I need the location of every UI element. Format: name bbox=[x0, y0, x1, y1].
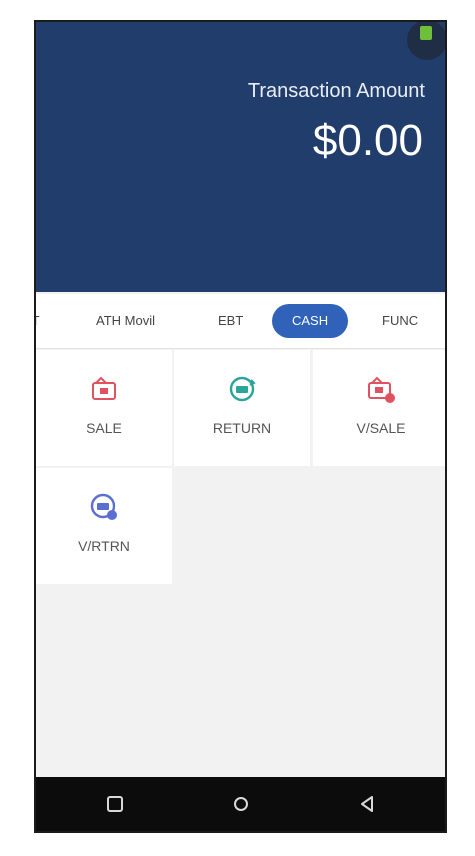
return-label: RETURN bbox=[212, 420, 272, 436]
tab-credit[interactable]: IT bbox=[36, 294, 40, 348]
transaction-amount-value: $0.00 bbox=[312, 116, 423, 165]
android-navbar bbox=[36, 777, 445, 831]
battery-status-icon bbox=[407, 22, 445, 60]
refresh-money-icon bbox=[229, 376, 256, 402]
void-return-label: V/RTRN bbox=[78, 538, 130, 554]
sale-label: SALE bbox=[86, 420, 122, 436]
void-sale-button[interactable]: V/SALE bbox=[313, 350, 445, 466]
home-icon[interactable] bbox=[228, 791, 254, 817]
tab-ath-movil[interactable]: ATH Movil bbox=[96, 294, 155, 348]
tab-ebt[interactable]: EBT bbox=[218, 294, 243, 348]
transaction-amount-label: Transaction Amount bbox=[247, 80, 425, 102]
recent-apps-icon[interactable] bbox=[102, 791, 128, 817]
sale-button[interactable]: SALE bbox=[36, 350, 172, 466]
back-icon[interactable] bbox=[354, 791, 380, 817]
wallet-icon bbox=[92, 376, 116, 400]
return-button[interactable]: RETURN bbox=[174, 350, 310, 466]
wallet-void-icon bbox=[368, 376, 395, 403]
refresh-void-icon bbox=[90, 493, 117, 520]
transaction-header: Transaction Amount $0.00 bbox=[36, 22, 445, 292]
tab-cash[interactable]: CASH bbox=[272, 304, 349, 338]
device-screen: Transaction Amount $0.00 IT ATH Movil EB… bbox=[34, 20, 447, 833]
void-sale-label: V/SALE bbox=[356, 420, 406, 436]
tab-func[interactable]: FUNC bbox=[382, 294, 418, 348]
void-return-button[interactable]: V/RTRN bbox=[36, 468, 172, 584]
payment-type-tabs: IT ATH Movil EBT CASH FUNC bbox=[36, 294, 445, 349]
